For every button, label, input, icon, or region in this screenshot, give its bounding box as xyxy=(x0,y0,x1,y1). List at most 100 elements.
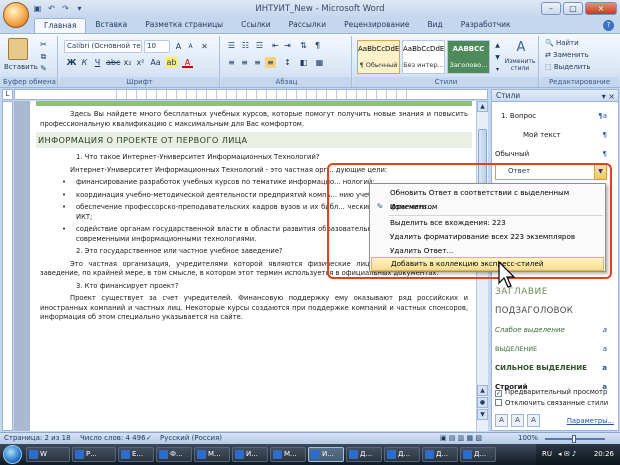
grow-font-icon[interactable]: A xyxy=(173,41,184,52)
page-indicator[interactable]: Страница: 2 из 18 xyxy=(4,433,71,444)
align-right-icon[interactable]: ≡ xyxy=(252,57,263,68)
select-button[interactable]: ⬚ Выделить xyxy=(545,63,591,71)
style-item-question[interactable]: 1. Вопрос ¶a xyxy=(495,110,607,122)
taskbar-item[interactable]: Д... xyxy=(384,447,420,462)
format-painter-icon[interactable]: ✎ xyxy=(38,63,49,74)
menu-delete-style[interactable]: Удалить Ответ... xyxy=(371,244,604,258)
save-icon[interactable]: ▣ xyxy=(32,3,43,14)
find-button[interactable]: 🔍 Найти xyxy=(545,39,579,47)
highlight-icon[interactable]: ab xyxy=(166,57,177,68)
multilevel-list-icon[interactable]: ☲ xyxy=(254,40,265,51)
font-color-icon[interactable]: A xyxy=(182,57,193,68)
style-heading[interactable]: AABBCC Заголово... xyxy=(447,40,490,74)
change-styles-button[interactable]: Изменить стили xyxy=(502,58,538,72)
clear-format-icon[interactable]: ✕ xyxy=(199,41,210,52)
taskbar-item[interactable]: И... xyxy=(232,447,268,462)
paste-button[interactable]: Вставить xyxy=(4,63,38,71)
change-styles-icon[interactable]: A xyxy=(506,40,536,58)
proofing-icon[interactable]: ✓ xyxy=(146,433,152,444)
taskbar-item[interactable]: Д... xyxy=(422,447,458,462)
style-item-my-text[interactable]: Мой текст ¶ xyxy=(495,129,607,141)
next-page-icon[interactable]: ▼ xyxy=(477,409,488,420)
style-item-subtitle[interactable]: ПОДЗАГОЛОВОК xyxy=(495,305,607,317)
options-link[interactable]: Параметры... xyxy=(567,417,614,425)
tray-icons[interactable]: ◂ ✉ ♪ xyxy=(558,444,576,465)
font-name-select[interactable]: Calibri (Основной те xyxy=(64,40,142,53)
minimize-button[interactable]: – xyxy=(541,2,561,15)
superscript-icon[interactable]: x² xyxy=(135,57,146,68)
menu-update-style[interactable]: Обновить Ответ в соответствии с выделенн… xyxy=(371,186,604,211)
sort-icon[interactable]: ⇅ xyxy=(298,40,309,51)
taskbar-item[interactable]: Р... xyxy=(72,447,116,462)
browse-object-icon[interactable]: ● xyxy=(477,397,488,408)
language-bar[interactable]: RU xyxy=(542,444,552,465)
align-left-icon[interactable]: ≡ xyxy=(226,57,237,68)
zoom-level[interactable]: 100% xyxy=(518,433,538,444)
underline-button[interactable]: Ч xyxy=(92,57,103,68)
borders-icon[interactable]: ▦ xyxy=(314,57,325,68)
view-buttons-icon[interactable]: ▣ ▤ ▥ ▦ ▧ xyxy=(440,433,482,444)
tab-references[interactable]: Ссылки xyxy=(232,18,279,33)
shading-icon[interactable]: ◧ xyxy=(298,57,309,68)
line-spacing-icon[interactable]: ↕ xyxy=(282,57,293,68)
bold-button[interactable]: Ж xyxy=(66,57,77,68)
style-item-subtle-emphasis[interactable]: Слабое выделение a xyxy=(495,324,607,336)
word-count[interactable]: Число слов: 4 496 xyxy=(80,433,146,444)
taskbar-item[interactable]: Д... xyxy=(346,447,382,462)
style-item-intense-emphasis[interactable]: СИЛЬНОЕ ВЫДЕЛЕНИЕ a xyxy=(495,362,607,374)
shrink-font-icon[interactable]: A xyxy=(185,41,196,52)
menu-add-to-quick-styles[interactable]: Добавить в коллекцию экспресс-стилей xyxy=(371,257,604,271)
style-item-emphasis[interactable]: ВЫДЕЛЕНИЕ a xyxy=(495,343,607,355)
styles-scroll-up-icon[interactable]: ▲ xyxy=(492,40,503,51)
style-item-normal[interactable]: Обычный ¶ xyxy=(495,148,607,160)
redo-icon[interactable]: ↷ xyxy=(60,3,71,14)
start-button[interactable] xyxy=(3,445,22,464)
tab-page-layout[interactable]: Разметка страницы xyxy=(136,18,232,33)
replace-button[interactable]: ⇄ Заменить xyxy=(545,51,589,59)
taskbar-item[interactable]: М... xyxy=(270,447,306,462)
tab-mailings[interactable]: Рассылки xyxy=(280,18,336,33)
numbering-icon[interactable]: ☷ xyxy=(240,40,251,51)
style-normal[interactable]: AaBbCcDdE ¶ Обычный xyxy=(357,40,400,74)
bullets-icon[interactable]: ☰ xyxy=(226,40,237,51)
office-button[interactable] xyxy=(3,2,29,28)
cut-icon[interactable]: ✂ xyxy=(38,39,49,50)
clock[interactable]: 20:26 xyxy=(594,444,614,465)
ruler-toggle-icon[interactable]: L xyxy=(2,89,13,100)
language-indicator[interactable]: Русский (Россия) xyxy=(160,433,222,444)
menu-modify-style[interactable]: ✎ Изменить... xyxy=(371,200,604,214)
increase-indent-icon[interactable]: ⇥ xyxy=(282,40,293,51)
style-no-spacing[interactable]: AaBbCcDdE Без интер... xyxy=(402,40,445,74)
disable-linked-checkbox[interactable]: Отключить связанные стили xyxy=(495,399,608,407)
new-style-icon[interactable]: A xyxy=(495,414,508,427)
tab-review[interactable]: Рецензирование xyxy=(335,18,418,33)
vertical-ruler[interactable] xyxy=(2,101,13,431)
undo-icon[interactable]: ↶ xyxy=(46,3,57,14)
taskbar-item[interactable]: М... xyxy=(194,447,230,462)
tab-view[interactable]: Вид xyxy=(418,18,451,33)
taskbar-item-active[interactable]: И... xyxy=(308,447,344,462)
scroll-up-icon[interactable]: ▲ xyxy=(477,101,488,112)
copy-icon[interactable]: ⧉ xyxy=(38,51,49,62)
menu-clear-formatting[interactable]: Удалить форматирование всех 223 экземпля… xyxy=(371,230,604,244)
taskbar-item[interactable]: W xyxy=(26,447,70,462)
taskbar-item[interactable]: Ф... xyxy=(156,447,192,462)
change-case-icon[interactable]: Aa xyxy=(150,57,161,68)
align-center-icon[interactable]: ≡ xyxy=(239,57,250,68)
previous-page-icon[interactable]: ▲ xyxy=(477,385,488,396)
font-size-select[interactable]: 10 xyxy=(144,40,170,53)
strikethrough-icon[interactable]: abc xyxy=(106,57,120,68)
taskbar-item[interactable]: Е... xyxy=(118,447,154,462)
show-marks-icon[interactable]: ¶ xyxy=(312,40,323,51)
taskbar-item[interactable]: Д... xyxy=(460,447,496,462)
tab-home[interactable]: Главная xyxy=(34,18,87,33)
justify-icon[interactable]: ≡ xyxy=(265,57,276,68)
preview-checkbox[interactable]: ✓ Предварительный просмотр xyxy=(495,388,607,397)
zoom-slider-thumb[interactable] xyxy=(572,435,576,443)
manage-styles-icon[interactable]: A xyxy=(527,414,540,427)
customize-qat-icon[interactable]: ▾ xyxy=(74,3,85,14)
horizontal-ruler[interactable] xyxy=(14,89,488,100)
tab-developer[interactable]: Разработчик xyxy=(452,18,520,33)
subscript-icon[interactable]: x₂ xyxy=(122,57,133,68)
menu-select-all-instances[interactable]: Выделить все вхождения: 223 xyxy=(371,216,604,230)
